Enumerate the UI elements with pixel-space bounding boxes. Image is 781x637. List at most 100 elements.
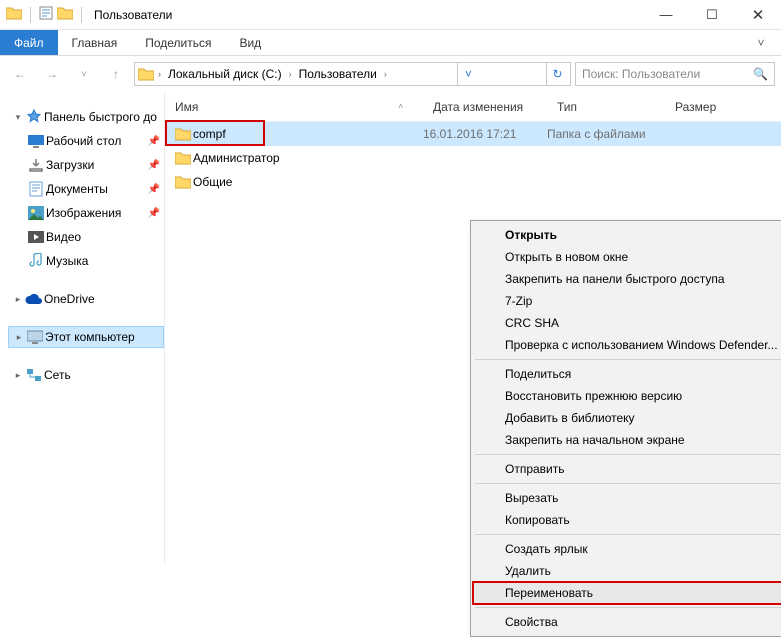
search-placeholder: Поиск: Пользователи xyxy=(582,67,700,81)
breadcrumb-drive[interactable]: Локальный диск (C:) xyxy=(164,63,286,85)
nav-back-button[interactable]: ← xyxy=(6,60,34,88)
menu-item-copy[interactable]: Копировать xyxy=(473,509,781,531)
onedrive-icon xyxy=(24,293,44,305)
menu-separator xyxy=(475,454,781,455)
expand-icon[interactable]: ▸ xyxy=(12,370,24,381)
tab-share[interactable]: Поделиться xyxy=(131,30,225,55)
menu-item-pin-quick-access[interactable]: Закрепить на панели быстрого доступа xyxy=(473,268,781,290)
menu-item-restore-version[interactable]: Восстановить прежнюю версию xyxy=(473,385,781,407)
menu-item-cut[interactable]: Вырезать xyxy=(473,487,781,509)
sidebar-item-onedrive[interactable]: ▸ OneDrive xyxy=(8,288,164,310)
refresh-button[interactable]: ↻ xyxy=(546,63,568,85)
menu-item-open-new-window[interactable]: Открыть в новом окне xyxy=(473,246,781,268)
file-row[interactable]: Администратор xyxy=(165,146,781,170)
sidebar-item-this-pc[interactable]: ▸ Этот компьютер xyxy=(8,326,164,348)
qat-properties-icon[interactable] xyxy=(39,6,53,23)
column-date[interactable]: Дата изменения xyxy=(423,100,547,114)
column-size[interactable]: Размер xyxy=(665,100,745,114)
sidebar-item-pictures[interactable]: Изображения 📌 xyxy=(8,202,164,224)
file-date: 16.01.2016 17:21 xyxy=(423,127,547,141)
context-menu: Открыть Открыть в новом окне Закрепить н… xyxy=(470,220,781,637)
file-name: compf xyxy=(193,127,423,141)
sidebar-item-music[interactable]: Музыка xyxy=(8,250,164,272)
menu-separator xyxy=(475,359,781,360)
menu-item-delete[interactable]: Удалить xyxy=(473,560,781,582)
menu-separator xyxy=(475,534,781,535)
file-row[interactable]: Общие xyxy=(165,170,781,194)
downloads-icon xyxy=(26,158,46,172)
chevron-right-icon[interactable]: › xyxy=(286,69,295,79)
videos-icon xyxy=(26,231,46,243)
address-bar[interactable]: › Локальный диск (C:) › Пользователи › ˅… xyxy=(134,62,571,86)
menu-item-crc-sha[interactable]: CRC SHA› xyxy=(473,312,781,334)
menu-separator xyxy=(475,607,781,608)
ribbon-tabs: Файл Главная Поделиться Вид ˅ xyxy=(0,30,781,56)
maximize-button[interactable]: ☐ xyxy=(689,0,735,30)
expand-icon[interactable]: ▸ xyxy=(13,332,25,343)
nav-history-dropdown[interactable]: ˅ xyxy=(70,60,98,88)
menu-item-open[interactable]: Открыть xyxy=(473,224,781,246)
pin-icon: 📌 xyxy=(148,136,160,147)
folder-icon xyxy=(6,6,22,23)
tab-home[interactable]: Главная xyxy=(58,30,132,55)
file-pane: Имя˄ Дата изменения Тип Размер compf 16.… xyxy=(165,92,781,564)
nav-forward-button[interactable]: → xyxy=(38,60,66,88)
pictures-icon xyxy=(26,206,46,220)
desktop-icon xyxy=(26,134,46,148)
expand-icon[interactable]: ▾ xyxy=(12,112,24,123)
sidebar-item-downloads[interactable]: Загрузки 📌 xyxy=(8,154,164,176)
search-input[interactable]: Поиск: Пользователи 🔍 xyxy=(575,62,775,86)
menu-separator xyxy=(475,483,781,484)
chevron-right-icon[interactable]: › xyxy=(381,69,390,79)
column-headers: Имя˄ Дата изменения Тип Размер xyxy=(165,92,781,122)
column-name[interactable]: Имя˄ xyxy=(165,100,423,114)
ribbon-toggle-icon[interactable]: ˅ xyxy=(741,30,781,55)
documents-icon xyxy=(26,181,46,197)
sidebar-item-network[interactable]: ▸ Сеть xyxy=(8,364,164,386)
nav-up-button[interactable]: ↑ xyxy=(102,60,130,88)
file-row[interactable]: compf 16.01.2016 17:21 Папка с файлами xyxy=(165,122,781,146)
music-icon xyxy=(26,253,46,269)
close-button[interactable]: ✕ xyxy=(735,0,781,30)
folder-icon xyxy=(137,67,155,81)
menu-item-7zip[interactable]: 7-Zip› xyxy=(473,290,781,312)
pc-icon xyxy=(25,330,45,344)
nav-tree: ▾ Панель быстрого до Рабочий стол 📌 Загр… xyxy=(0,92,165,564)
folder-icon xyxy=(165,127,193,141)
breadcrumb-folder[interactable]: Пользователи xyxy=(295,63,381,85)
tab-file[interactable]: Файл xyxy=(0,30,58,55)
menu-item-create-shortcut[interactable]: Создать ярлык xyxy=(473,538,781,560)
chevron-right-icon[interactable]: › xyxy=(155,69,164,79)
tab-view[interactable]: Вид xyxy=(225,30,275,55)
folder-icon xyxy=(165,175,193,189)
quick-access-label: Панель быстрого до xyxy=(44,110,157,124)
sidebar-item-desktop[interactable]: Рабочий стол 📌 xyxy=(8,130,164,152)
sort-indicator-icon: ˄ xyxy=(398,102,403,111)
star-icon xyxy=(24,109,44,125)
menu-item-share[interactable]: Поделиться› xyxy=(473,363,781,385)
title-bar: Пользователи — ☐ ✕ xyxy=(0,0,781,30)
expand-icon[interactable]: ▸ xyxy=(12,294,24,305)
file-type: Папка с файлами xyxy=(547,127,665,141)
menu-item-defender[interactable]: Проверка с использованием Windows Defend… xyxy=(473,334,781,356)
minimize-button[interactable]: — xyxy=(643,0,689,30)
search-icon: 🔍 xyxy=(753,67,768,81)
pin-icon: 📌 xyxy=(148,208,160,219)
nav-bar: ← → ˅ ↑ › Локальный диск (C:) › Пользова… xyxy=(0,56,781,92)
pin-icon: 📌 xyxy=(148,184,160,195)
column-type[interactable]: Тип xyxy=(547,100,665,114)
network-icon xyxy=(24,368,44,382)
menu-item-add-library[interactable]: Добавить в библиотеку› xyxy=(473,407,781,429)
separator xyxy=(30,7,31,23)
menu-item-properties[interactable]: Свойства xyxy=(473,611,781,633)
window-title: Пользователи xyxy=(94,8,172,22)
menu-item-send-to[interactable]: Отправить› xyxy=(473,458,781,480)
menu-item-pin-start[interactable]: Закрепить на начальном экране xyxy=(473,429,781,451)
quick-access[interactable]: ▾ Панель быстрого до xyxy=(8,106,164,128)
menu-item-rename[interactable]: Переименовать xyxy=(473,582,781,604)
file-name: Общие xyxy=(193,175,423,189)
address-dropdown-icon[interactable]: ˅ xyxy=(457,63,479,85)
sidebar-item-videos[interactable]: Видео xyxy=(8,226,164,248)
separator xyxy=(81,7,82,23)
sidebar-item-documents[interactable]: Документы 📌 xyxy=(8,178,164,200)
